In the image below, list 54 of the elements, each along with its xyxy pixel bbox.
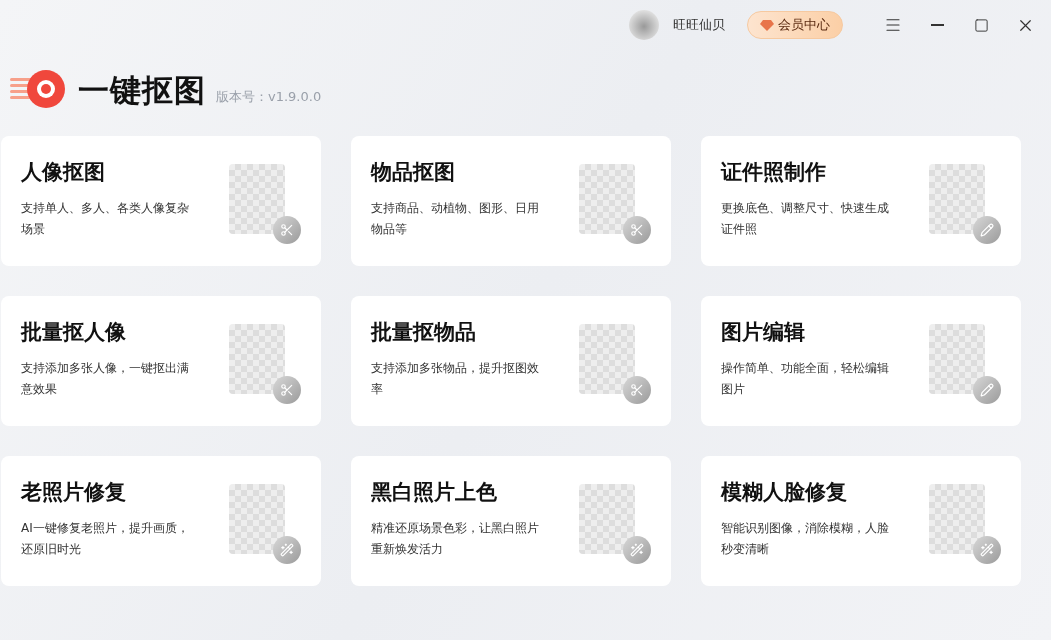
card-title: 批量抠人像	[21, 319, 127, 346]
card-title: 老照片修复	[21, 479, 127, 506]
scissors-icon	[273, 216, 301, 244]
photo-placeholder	[229, 324, 285, 394]
feature-card[interactable]: 图片编辑 操作简单、功能全面，轻松编辑图片	[701, 296, 1021, 426]
menu-icon	[884, 16, 902, 34]
card-description: 支持添加多张人像，一键抠出满意效果	[21, 360, 190, 398]
photo-placeholder	[929, 324, 985, 394]
vip-center-button[interactable]: 会员中心	[747, 11, 843, 39]
photo-placeholder	[579, 164, 635, 234]
card-title: 批量抠物品	[371, 319, 477, 346]
card-title: 图片编辑	[721, 319, 806, 346]
feature-card[interactable]: 人像抠图 支持单人、多人、各类人像复杂场景	[1, 136, 321, 266]
photo-placeholder	[929, 484, 985, 554]
card-description: 支持商品、动植物、图形、日用物品等	[371, 200, 540, 238]
card-description: 更换底色、调整尺寸、快速生成证件照	[721, 200, 890, 238]
diamond-icon	[760, 18, 774, 32]
card-title: 模糊人脸修复	[721, 479, 848, 506]
feature-card[interactable]: 批量抠人像 支持添加多张人像，一键抠出满意效果	[1, 296, 321, 426]
photo-placeholder	[229, 164, 285, 234]
card-title: 证件照制作	[721, 159, 827, 186]
photo-placeholder	[579, 484, 635, 554]
photo-placeholder	[229, 484, 285, 554]
feature-card[interactable]: 物品抠图 支持商品、动植物、图形、日用物品等	[351, 136, 671, 266]
feature-card[interactable]: 证件照制作 更换底色、调整尺寸、快速生成证件照	[701, 136, 1021, 266]
photo-placeholder	[929, 164, 985, 234]
card-title: 物品抠图	[371, 159, 456, 186]
app-logo-icon	[10, 68, 68, 110]
photo-placeholder	[579, 324, 635, 394]
feature-card[interactable]: 模糊人脸修复 智能识别图像，消除模糊，人脸秒变清晰	[701, 456, 1021, 586]
card-description: 支持添加多张物品，提升抠图效率	[371, 360, 540, 398]
card-description: 操作简单、功能全面，轻松编辑图片	[721, 360, 890, 398]
pencil-icon	[973, 216, 1001, 244]
magic-wand-icon	[623, 536, 651, 564]
magic-wand-icon	[273, 536, 301, 564]
scissors-icon	[623, 376, 651, 404]
feature-card[interactable]: 老照片修复 AI一键修复老照片，提升画质，还原旧时光	[1, 456, 321, 586]
feature-card[interactable]: 批量抠物品 支持添加多张物品，提升抠图效率	[351, 296, 671, 426]
user-name: 旺旺仙贝	[673, 16, 725, 34]
card-description: 支持单人、多人、各类人像复杂场景	[21, 200, 190, 238]
card-description: 智能识别图像，消除模糊，人脸秒变清晰	[721, 520, 890, 558]
pencil-icon	[973, 376, 1001, 404]
scissors-icon	[273, 376, 301, 404]
maximize-icon	[973, 17, 989, 33]
card-description: 精准还原场景色彩，让黑白照片重新焕发活力	[371, 520, 540, 558]
minimize-icon	[930, 24, 944, 26]
scissors-icon	[623, 216, 651, 244]
version-text: 版本号：v1.9.0.0	[216, 88, 322, 106]
magic-wand-icon	[973, 536, 1001, 564]
card-title: 人像抠图	[21, 159, 106, 186]
card-title: 黑白照片上色	[371, 479, 498, 506]
feature-card[interactable]: 黑白照片上色 精准还原场景色彩，让黑白照片重新焕发活力	[351, 456, 671, 586]
card-description: AI一键修复老照片，提升画质，还原旧时光	[21, 520, 190, 558]
app-title: 一键抠图	[78, 71, 206, 110]
